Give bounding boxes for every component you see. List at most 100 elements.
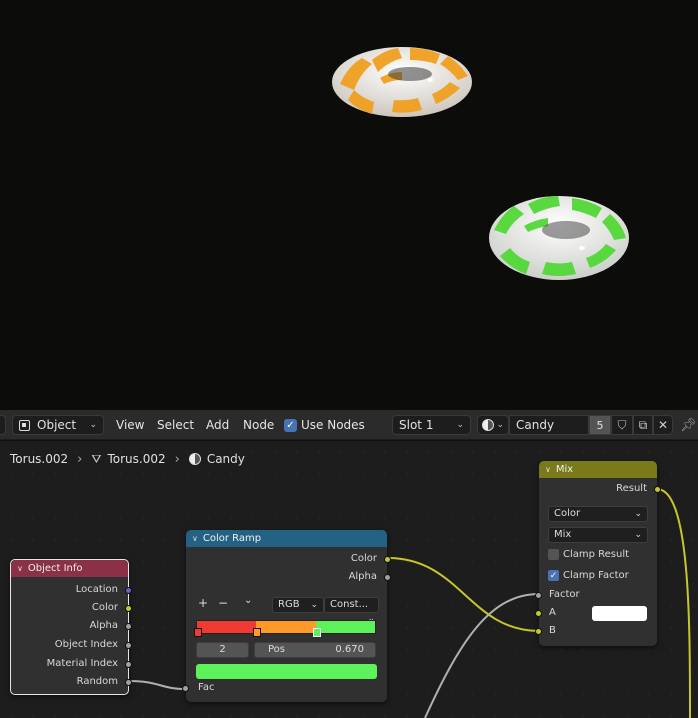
output-location: Location	[75, 584, 118, 595]
chevron-down-icon[interactable]: ∨	[545, 465, 551, 474]
duplicate-material-button[interactable]: ⧉	[633, 415, 653, 435]
socket-color-out[interactable]	[384, 556, 391, 563]
input-b: B	[549, 625, 556, 636]
stop-index-value: 2	[219, 644, 226, 655]
output-color: Color	[350, 553, 377, 564]
output-random: Random	[76, 676, 118, 687]
node-title: Object Info	[27, 563, 83, 574]
node-title: Mix	[555, 464, 574, 475]
menu-node[interactable]: Node	[243, 415, 274, 435]
checkbox-checked-icon[interactable]: ✓	[284, 418, 297, 432]
slot-dropdown[interactable]: Slot 1 ⌄	[392, 415, 471, 435]
socket-alpha-out[interactable]	[384, 574, 391, 581]
slot-label: Slot 1	[399, 418, 434, 432]
link-color-to-b	[387, 557, 540, 632]
clamp-factor-toggle[interactable]: ✓ Clamp Factor	[548, 570, 629, 581]
ramp-stop-1[interactable]	[194, 628, 202, 637]
object-mode-icon	[19, 419, 30, 431]
pos-value: 0.670	[335, 644, 364, 655]
mix-header[interactable]: ∨ Mix	[539, 461, 657, 478]
clamp-result-toggle[interactable]: Clamp Result	[548, 549, 629, 560]
ramp-stop-3-active[interactable]	[313, 628, 321, 637]
socket-b[interactable]	[535, 628, 542, 635]
chevron-down-icon: ⌄	[244, 595, 253, 606]
node-editor-header: Object ⌄ View Select Add Node ✓ Use Node…	[0, 410, 698, 440]
pin-button[interactable]: 📌︎	[680, 415, 697, 435]
data-type-dropdown[interactable]: Color ⌄	[548, 506, 648, 522]
3d-viewport[interactable]	[0, 0, 698, 410]
node-editor-canvas[interactable]: Torus.002 › ⛛ Torus.002 › Candy ∨ Object…	[0, 441, 698, 718]
node-title: Color Ramp	[202, 533, 262, 544]
unlink-material-button[interactable]: ✕	[653, 415, 673, 435]
mix-node[interactable]: ∨ Mix Result Color ⌄ Mix ⌄ Clamp Result …	[535, 461, 661, 646]
checkbox-unchecked-icon[interactable]	[548, 549, 559, 560]
socket-location[interactable]	[125, 587, 132, 594]
socket-fac-in[interactable]	[182, 685, 189, 692]
remove-stop-button[interactable]: −	[218, 596, 228, 610]
use-nodes-toggle[interactable]: ✓ Use Nodes	[284, 415, 365, 435]
socket-random[interactable]	[125, 679, 132, 686]
color-mode-dropdown[interactable]: RGB ⌄	[272, 597, 324, 613]
clamp-result-label: Clamp Result	[563, 549, 630, 560]
socket-color[interactable]	[125, 605, 132, 612]
interpolation-value: Const...	[330, 599, 369, 610]
ramp-specials-menu[interactable]: ⌄	[244, 595, 252, 606]
editor-type-button[interactable]	[0, 415, 6, 435]
ramp-segment-red	[197, 621, 256, 633]
object-info-node[interactable]: ∨ Object Info Location Color Alpha Objec…	[10, 559, 132, 695]
ramp-segment-green	[316, 621, 375, 633]
blend-mode-value: Mix	[554, 529, 572, 540]
checkbox-checked-icon[interactable]: ✓	[548, 570, 559, 581]
input-fac: Fac	[198, 682, 215, 693]
chevron-down-icon[interactable]: ∨	[17, 564, 23, 573]
stop-color-swatch[interactable]	[196, 664, 377, 679]
close-icon: ✕	[657, 418, 669, 432]
copy-icon: ⧉	[638, 417, 648, 432]
socket-a[interactable]	[535, 610, 542, 617]
socket-object-index[interactable]	[125, 642, 132, 649]
material-sphere-icon	[482, 419, 494, 431]
material-name: Candy	[516, 418, 555, 432]
material-browse-button[interactable]: ⌄	[477, 415, 509, 435]
output-color: Color	[91, 602, 118, 613]
a-color-swatch[interactable]	[592, 606, 647, 621]
fake-user-button[interactable]: ⛉	[611, 415, 633, 435]
clamp-factor-label: Clamp Factor	[563, 570, 629, 581]
menu-select[interactable]: Select	[157, 415, 194, 435]
color-ramp-bar[interactable]	[196, 620, 376, 634]
socket-result[interactable]	[654, 486, 661, 493]
ramp-stop-2[interactable]	[253, 628, 261, 637]
user-count-button[interactable]: 5	[589, 415, 611, 435]
menu-view[interactable]: View	[116, 415, 144, 435]
output-material-index: Material Index	[46, 658, 118, 669]
blend-mode-dropdown[interactable]: Mix ⌄	[548, 527, 648, 543]
output-alpha: Alpha	[348, 571, 377, 582]
stop-position-field[interactable]: Pos 0.670	[254, 642, 376, 658]
chevron-down-icon[interactable]: ∨	[192, 534, 198, 543]
mode-label: Object	[37, 418, 77, 432]
input-factor: Factor	[549, 589, 580, 600]
link-result-out	[656, 488, 691, 718]
interpolation-dropdown[interactable]: Const... ⌄	[324, 597, 379, 624]
material-name-field[interactable]: Candy	[509, 415, 589, 435]
color-ramp-header[interactable]: ∨ Color Ramp	[186, 530, 387, 547]
object-info-header[interactable]: ∨ Object Info	[11, 560, 128, 577]
user-count: 5	[596, 418, 604, 432]
pin-icon: 📌︎	[680, 417, 697, 433]
socket-factor[interactable]	[535, 592, 542, 599]
green-candy-torus	[489, 196, 629, 280]
socket-alpha[interactable]	[125, 623, 132, 630]
chevron-down-icon: ⌄	[634, 509, 642, 519]
chevron-down-icon: ⌄	[310, 600, 318, 610]
active-stop-index[interactable]: 2	[196, 642, 249, 658]
chevron-down-icon: ⌄	[456, 420, 464, 430]
link-random-to-fac	[128, 680, 187, 690]
viewport-render	[332, 47, 629, 280]
output-result: Result	[616, 483, 647, 494]
color-ramp-node[interactable]: ∨ Color Ramp Color Alpha + − ⌄ RGB ⌄ Con…	[182, 530, 391, 702]
mode-dropdown[interactable]: Object ⌄	[12, 415, 104, 435]
menu-add[interactable]: Add	[206, 415, 229, 435]
link-to-factor	[424, 593, 540, 718]
socket-material-index[interactable]	[125, 661, 132, 668]
add-stop-button[interactable]: +	[198, 596, 208, 610]
